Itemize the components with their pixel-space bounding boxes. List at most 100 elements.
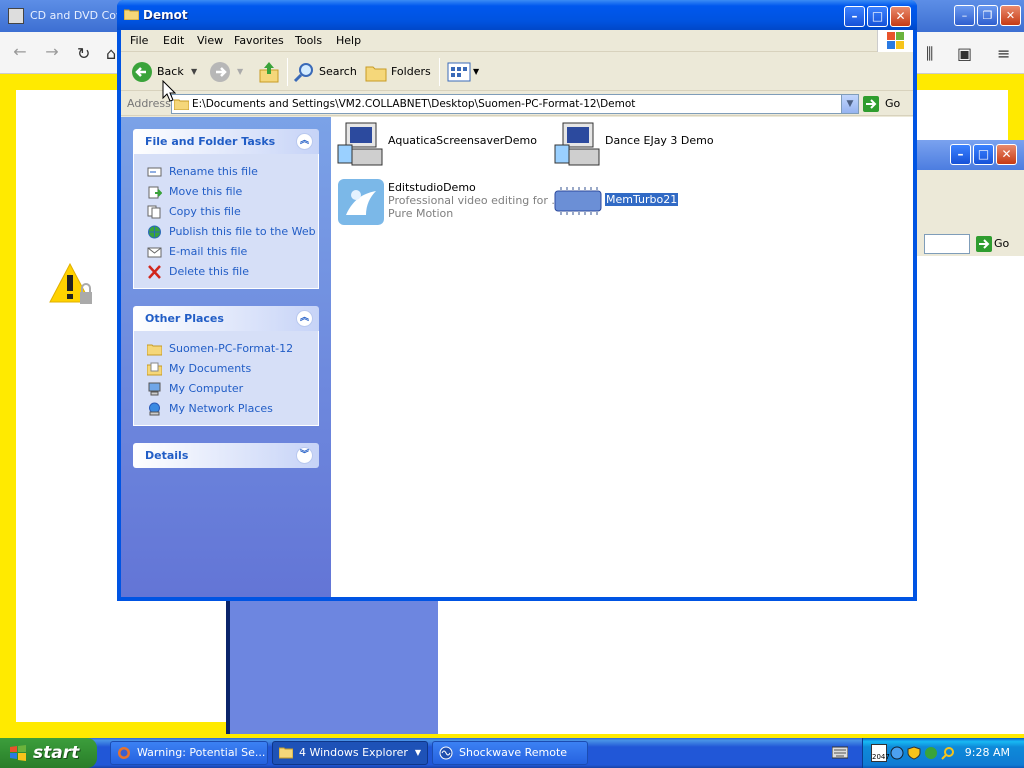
views-button[interactable]: ▼ xyxy=(447,59,481,85)
bg-maximize-button[interactable]: □ xyxy=(973,144,994,165)
browser-title: CD and DVD Cov xyxy=(30,9,123,22)
menu-icon[interactable]: ≡ xyxy=(997,44,1010,63)
security-shield-icon[interactable] xyxy=(907,746,921,760)
network-icon[interactable] xyxy=(890,746,904,760)
file-item[interactable]: Dance EJay 3 Demo xyxy=(553,121,763,175)
bg-minimize-button[interactable]: – xyxy=(950,144,971,165)
panel-title: File and Folder Tasks xyxy=(145,135,276,148)
folders-button[interactable]: Folders xyxy=(365,59,431,85)
explorer-content: File and Folder Tasks ︽ Rename this file… xyxy=(121,117,913,597)
back-dropdown-icon[interactable]: ▼ xyxy=(191,59,197,85)
views-icon xyxy=(447,62,471,82)
file-list: AquaticaScreensaverDemo Dance EJay 3 Dem… xyxy=(333,117,913,597)
file-name: EditstudioDemo xyxy=(388,181,476,194)
toolbar-separator xyxy=(439,58,440,86)
task-label: Shockwave Remote xyxy=(459,746,568,759)
tray-app-icon[interactable] xyxy=(924,746,938,760)
browser-restore-button[interactable]: ❐ xyxy=(977,5,998,26)
minimize-button[interactable]: – xyxy=(844,6,865,27)
network-places-icon xyxy=(149,402,160,416)
menu-edit[interactable]: Edit xyxy=(163,34,184,47)
task-label: E-mail this file xyxy=(169,245,248,258)
expand-chevron-icon[interactable]: ︾ xyxy=(296,447,313,464)
other-places-panel: Other Places ︽ Suomen-PC-Format-12 My Do… xyxy=(133,306,319,426)
menu-file[interactable]: File xyxy=(130,34,148,47)
browser-minimize-button[interactable]: – xyxy=(954,5,975,26)
file-name: Dance EJay 3 Demo xyxy=(605,134,714,147)
folders-label: Folders xyxy=(391,65,431,78)
task-rename[interactable]: Rename this file xyxy=(134,162,318,182)
windows-flag-icon xyxy=(10,745,26,761)
taskbar-shockwave-remote[interactable]: Shockwave Remote xyxy=(432,741,588,765)
place-my-computer[interactable]: My Computer xyxy=(134,379,318,399)
panel-header[interactable]: Details ︾ xyxy=(133,443,319,468)
explorer-frame: File Edit View Favorites Tools Help Back… xyxy=(121,30,913,597)
bg-go-label[interactable]: Go xyxy=(994,237,1009,250)
taskbar-windows-explorer-group[interactable]: 4 Windows Explorer ▼ xyxy=(272,741,428,765)
browser-back-icon[interactable]: ← xyxy=(8,41,32,65)
task-move[interactable]: Move this file xyxy=(134,182,318,202)
keyboard-language-icon[interactable] xyxy=(832,746,848,759)
memory-chip-icon xyxy=(554,187,602,215)
browser-forward-icon[interactable]: → xyxy=(40,41,64,65)
menu-favorites[interactable]: Favorites xyxy=(234,34,284,47)
task-email[interactable]: E-mail this file xyxy=(134,242,318,262)
menu-tools[interactable]: Tools xyxy=(295,34,322,47)
bg-address-input[interactable] xyxy=(924,234,970,254)
close-button[interactable]: ✕ xyxy=(890,6,911,27)
bg-go-arrow-icon[interactable] xyxy=(976,236,992,252)
file-item[interactable]: AquaticaScreensaverDemo xyxy=(336,121,546,175)
menu-help[interactable]: Help xyxy=(336,34,361,47)
task-label: 4 Windows Explorer xyxy=(299,746,408,759)
memory-monitor-icon[interactable]: 2047 xyxy=(871,744,890,762)
address-input[interactable]: E:\Documents and Settings\VM2.COLLABNET\… xyxy=(171,94,859,114)
file-item[interactable]: EditstudioDemo Professional video editin… xyxy=(336,177,562,231)
collapse-chevron-icon[interactable]: ︽ xyxy=(296,310,313,327)
collapse-chevron-icon[interactable]: ︽ xyxy=(296,133,313,150)
up-folder-icon[interactable] xyxy=(258,60,280,84)
bg-task-pane xyxy=(230,598,438,734)
forward-dropdown-icon[interactable]: ▼ xyxy=(237,59,243,85)
browser-home-icon[interactable]: ⌂ xyxy=(106,44,116,63)
browser-close-button[interactable]: ✕ xyxy=(1000,5,1021,26)
task-delete[interactable]: Delete this file xyxy=(134,262,318,282)
go-button[interactable]: Go xyxy=(863,94,909,114)
place-my-network-places[interactable]: My Network Places xyxy=(134,399,318,419)
search-button[interactable]: Search xyxy=(293,59,357,85)
panel-header[interactable]: File and Folder Tasks ︽ xyxy=(133,129,319,154)
place-parent-folder[interactable]: Suomen-PC-Format-12 xyxy=(134,339,318,359)
menu-view[interactable]: View xyxy=(197,34,223,47)
folder-icon xyxy=(147,344,162,356)
task-publish[interactable]: Publish this file to the Web xyxy=(134,222,318,242)
file-folder-tasks-panel: File and Folder Tasks ︽ Rename this file… xyxy=(133,129,319,289)
library-icon[interactable]: ⫼ xyxy=(926,44,933,64)
place-my-documents[interactable]: My Documents xyxy=(134,359,318,379)
task-pane: File and Folder Tasks ︽ Rename this file… xyxy=(121,117,331,597)
bg-close-button[interactable]: ✕ xyxy=(996,144,1017,165)
tray-search-icon[interactable] xyxy=(941,746,955,760)
start-button[interactable]: start xyxy=(0,738,97,768)
task-label: Move this file xyxy=(169,185,243,198)
forward-arrow-icon[interactable] xyxy=(209,61,231,83)
file-item-selected[interactable]: MemTurbo21 xyxy=(553,177,713,231)
explorer-titlebar: Demot – □ ✕ xyxy=(117,0,917,30)
globe-icon xyxy=(148,225,161,239)
browser-reload-icon[interactable]: ↻ xyxy=(77,44,90,63)
task-label: Rename this file xyxy=(169,165,258,178)
editstudio-app-icon xyxy=(338,179,384,225)
address-dropdown-icon[interactable]: ▼ xyxy=(841,95,858,113)
address-folder-icon xyxy=(174,99,189,110)
clock[interactable]: 9:28 AM xyxy=(965,746,1010,759)
system-tray: 2047 9:28 AM xyxy=(862,738,1024,768)
menu-bar: File Edit View Favorites Tools Help xyxy=(121,30,913,52)
go-arrow-icon xyxy=(863,96,879,112)
sidebar-icon[interactable]: ▣ xyxy=(957,44,972,63)
taskbar-warning-firefox[interactable]: Warning: Potential Se... xyxy=(110,741,268,765)
back-arrow-icon xyxy=(132,62,152,82)
task-label: Publish this file to the Web xyxy=(169,225,316,238)
back-button[interactable]: Back xyxy=(129,59,187,85)
panel-header[interactable]: Other Places ︽ xyxy=(133,306,319,331)
task-copy[interactable]: Copy this file xyxy=(134,202,318,222)
maximize-button[interactable]: □ xyxy=(867,6,888,27)
go-label: Go xyxy=(885,97,901,110)
